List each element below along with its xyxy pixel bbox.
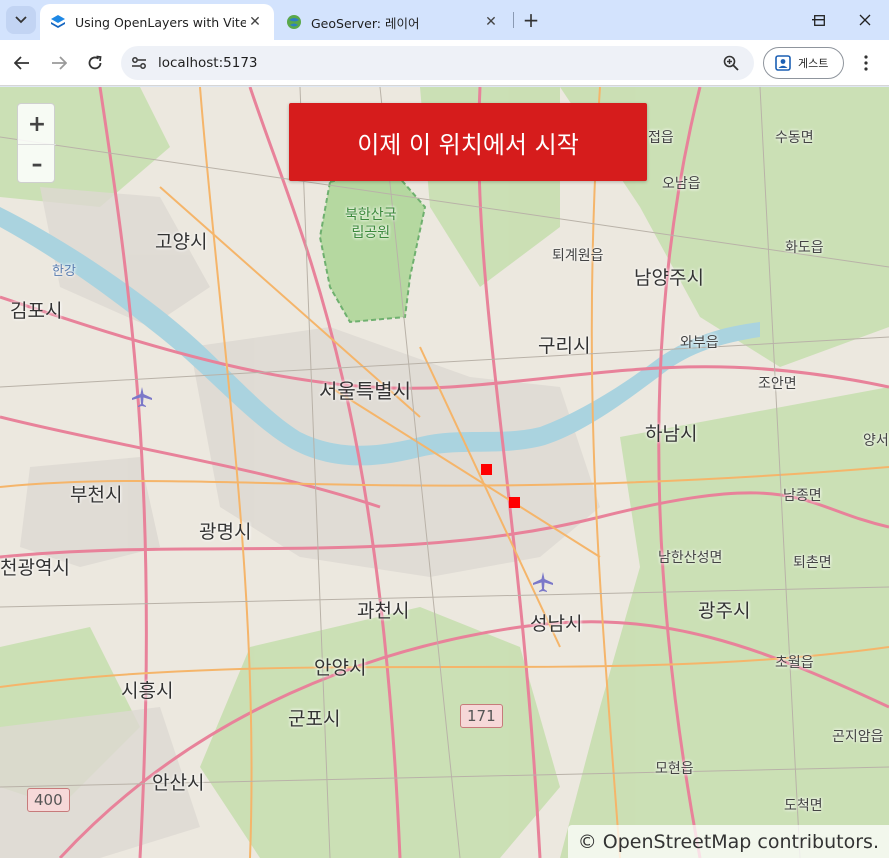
zoom-control: + – <box>17 103 56 184</box>
address-bar[interactable]: localhost:5173 <box>121 46 754 80</box>
map-attribution[interactable]: © OpenStreetMap contributors. <box>567 825 889 858</box>
map-label-yang: 양서 <box>863 433 889 449</box>
reload-button[interactable] <box>81 49 109 77</box>
airport-icon <box>132 387 152 407</box>
map-label-bucheon: 부천시 <box>70 484 123 506</box>
tab-openlayers[interactable]: Using OpenLayers with Vite ✕ <box>40 4 274 40</box>
map-label-jinjeop: 접읍 <box>648 130 674 146</box>
map-label-onam: 오남읍 <box>662 176 701 192</box>
zoom-in-button[interactable]: + <box>18 104 56 144</box>
tab-title: Using OpenLayers with Vite <box>75 14 246 30</box>
map-label-bukhansan: 북한산국 립공원 <box>345 207 397 242</box>
map-label-anyang: 안양시 <box>314 657 367 679</box>
map-label-chowol: 초월읍 <box>775 655 814 671</box>
map-viewport[interactable]: 고양시 김포시 부천시 광명시 천광역시 시흥시 안산시 군포시 안양시 과천시… <box>0 87 889 858</box>
map-label-namhansanseong: 남한산성면 <box>658 550 723 566</box>
back-button[interactable] <box>8 49 36 77</box>
site-info-icon[interactable] <box>130 54 148 72</box>
map-label-namjong: 남종면 <box>783 488 822 504</box>
maximize[interactable] <box>801 6 837 34</box>
openlayers-icon <box>51 15 65 28</box>
tab-separator <box>513 12 514 28</box>
map-label-toegyewon: 퇴계원읍 <box>552 248 604 264</box>
map-label-hanam: 하남시 <box>645 423 698 445</box>
map-label-gunpo: 군포시 <box>288 708 341 730</box>
map-label-toechon: 퇴촌면 <box>793 555 832 571</box>
url-text[interactable]: localhost:5173 <box>158 55 258 71</box>
map-label-gwangmyeong: 광명시 <box>199 521 252 543</box>
forward-button[interactable] <box>45 49 73 77</box>
chevron-down-icon <box>15 16 27 24</box>
map-label-gwacheon: 과천시 <box>357 600 410 622</box>
map-label-docheok: 도척면 <box>784 798 823 814</box>
map-label-gimpo: 김포시 <box>10 300 63 322</box>
browser-menu-button[interactable] <box>852 49 880 77</box>
feature-marker[interactable] <box>481 464 492 475</box>
profile-button[interactable]: 게스트 <box>763 47 844 79</box>
map-tiles <box>0 87 889 858</box>
back-arrow-icon <box>14 56 29 70</box>
browser-toolbar: localhost:5173 게스트 <box>0 40 889 86</box>
tab-geoserver[interactable]: GeoServer: 레이어 ✕ <box>276 4 510 40</box>
zoom-out-button[interactable]: – <box>18 144 56 184</box>
map-label-wabu: 와부읍 <box>680 335 719 351</box>
map-label-joan: 조안면 <box>758 376 797 392</box>
map-label-hwado: 화도읍 <box>785 240 824 256</box>
close-icon[interactable]: ✕ <box>482 13 500 31</box>
reload-icon <box>88 55 102 70</box>
map-label-ansan: 안산시 <box>152 772 205 794</box>
map-label-siheung: 시흥시 <box>121 680 174 702</box>
start-here-button[interactable]: 이제 이 위치에서 시작 <box>289 103 647 181</box>
map-label-seongnam: 성남시 <box>530 613 583 635</box>
forward-arrow-icon <box>52 56 67 70</box>
guest-profile-icon <box>775 55 791 71</box>
profile-label: 게스트 <box>798 57 829 70</box>
close-icon[interactable]: ✕ <box>246 13 264 31</box>
map-label-namyangju: 남양주시 <box>634 267 704 289</box>
tab-search-button[interactable] <box>6 6 36 34</box>
route-shield-400: 400 <box>27 788 70 812</box>
map-label-seoul: 서울특별시 <box>319 379 411 403</box>
more-vert-icon <box>864 55 868 71</box>
feature-marker[interactable] <box>509 497 520 508</box>
map-label-sudong: 수동면 <box>775 130 814 146</box>
map-label-gwangju: 광주시 <box>698 600 751 622</box>
map-label-gonjiam: 곤지암읍 <box>832 729 884 745</box>
tab-strip: Using OpenLayers with Vite ✕ GeoServer: … <box>0 0 889 40</box>
map-label-incheon: 천광역시 <box>0 557 70 579</box>
maximize-icon <box>813 14 825 26</box>
close-window-button[interactable] <box>847 6 883 34</box>
zoom-icon[interactable] <box>722 54 740 72</box>
map-label-goyang: 고양시 <box>155 231 208 253</box>
tab-title: GeoServer: 레이어 <box>311 15 420 31</box>
new-tab-button[interactable]: + <box>519 8 543 32</box>
route-shield-171: 171 <box>460 704 503 728</box>
airport-icon <box>533 572 553 592</box>
map-label-ohyeon: 모현읍 <box>655 761 694 777</box>
map-label-guri: 구리시 <box>538 335 591 357</box>
geoserver-icon <box>287 15 301 29</box>
map-label-hangang: 한강 <box>52 264 76 279</box>
close-icon <box>859 14 871 26</box>
